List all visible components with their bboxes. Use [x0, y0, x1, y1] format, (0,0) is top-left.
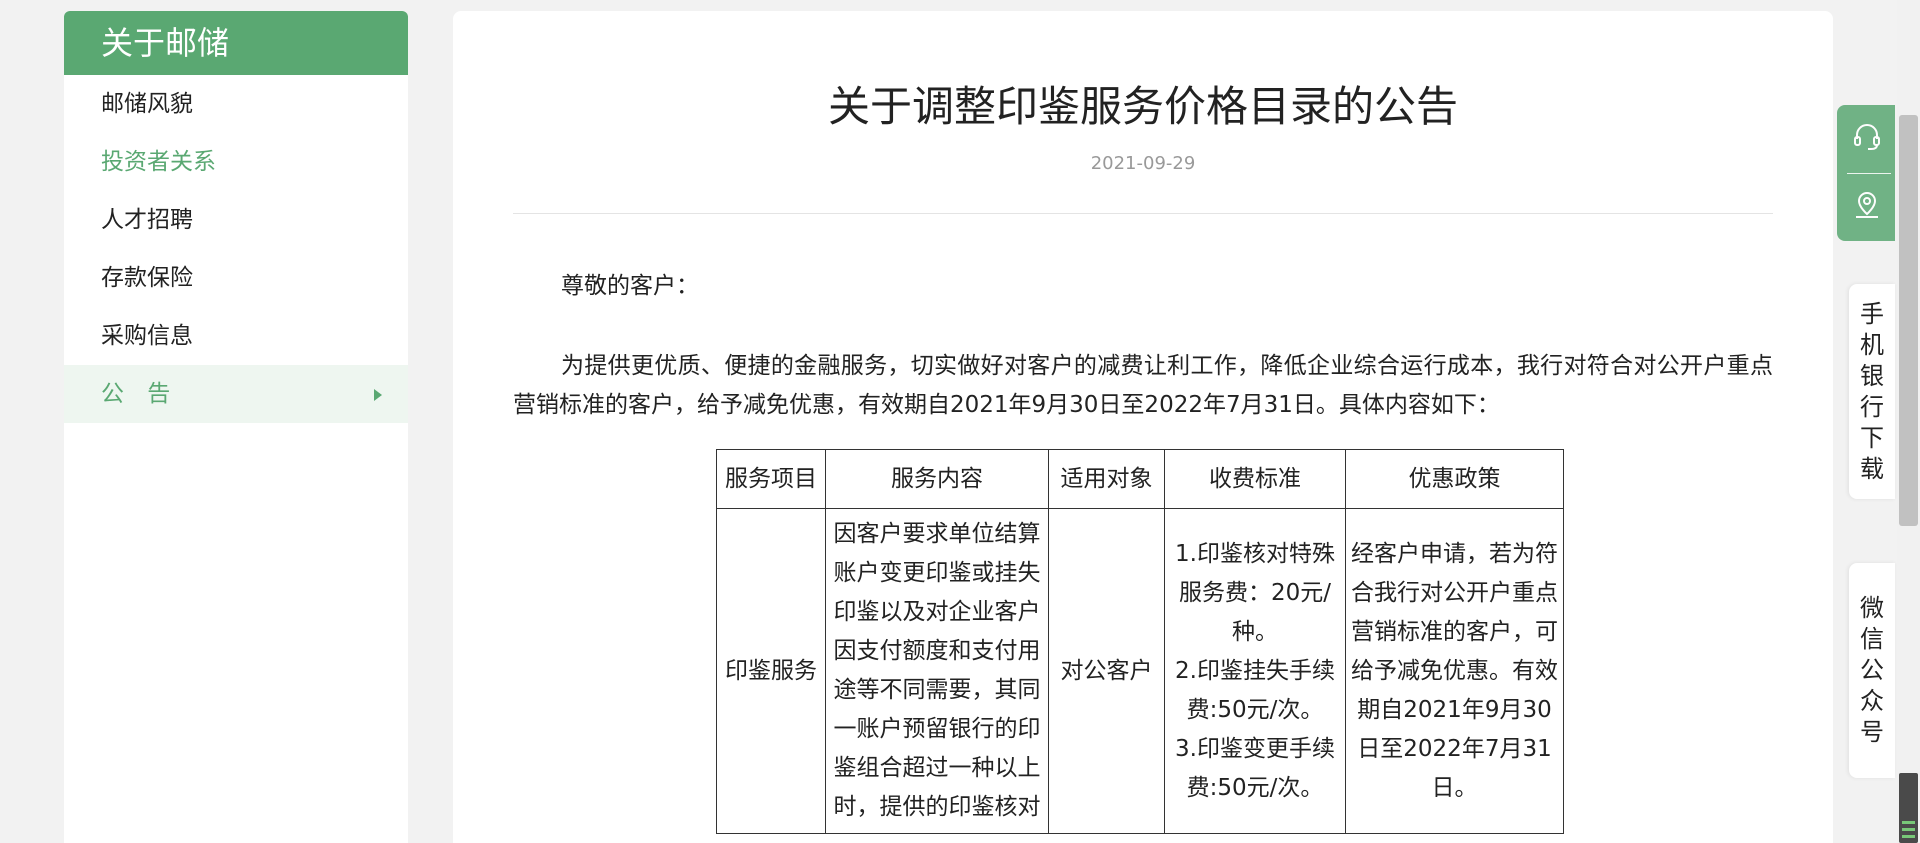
divider [513, 213, 1773, 214]
tab-char: 手 [1860, 299, 1884, 328]
table-cell-item: 印鉴服务 [716, 508, 826, 834]
tab-char: 号 [1860, 718, 1884, 746]
tab-char: 载 [1860, 454, 1884, 483]
table-header: 适用对象 [1048, 449, 1165, 509]
sidebar-item-recruitment[interactable]: 人才招聘 [64, 191, 408, 249]
article-panel: 关于调整印鉴服务价格目录的公告 2021-09-29 尊敬的客户： 为提供更优质… [453, 11, 1833, 843]
fee-line: 1.印鉴核对特殊服务费：20元/种。 [1175, 540, 1335, 645]
tab-char: 下 [1860, 423, 1884, 452]
fee-table: 服务项目 服务内容 适用对象 收费标准 优惠政策 印鉴服务 因客户要求单位结算账… [716, 449, 1564, 834]
headset-icon[interactable] [1851, 121, 1883, 153]
table-header-row: 服务项目 服务内容 适用对象 收费标准 优惠政策 [716, 449, 1564, 509]
sidebar-item-procurement[interactable]: 采购信息 [64, 307, 408, 365]
tab-char: 众 [1860, 687, 1884, 715]
sidebar: 关于邮储 邮储风貌 投资者关系 人才招聘 存款保险 采购信息 公 告 [64, 11, 408, 843]
fee-line: 3.印鉴变更手续费:50元/次。 [1175, 735, 1335, 801]
tab-char: 公 [1860, 656, 1884, 684]
table-header: 收费标准 [1164, 449, 1346, 509]
fee-line: 2.印鉴挂失手续费:50元/次。 [1175, 657, 1335, 723]
sidebar-item-announcements[interactable]: 公 告 [64, 365, 408, 423]
publish-date: 2021-09-29 [1090, 153, 1196, 174]
page-title: 关于调整印鉴服务价格目录的公告 [827, 82, 1458, 131]
quick-actions [1837, 105, 1895, 241]
sidebar-item-investor-relations[interactable]: 投资者关系 [64, 133, 408, 191]
intro-paragraph: 为提供更优质、便捷的金融服务，切实做好对客户的减费让利工作，降低企业综合运行成本… [513, 353, 1773, 418]
sidebar-title: 关于邮储 [64, 11, 408, 75]
map-pin-icon[interactable] [1851, 189, 1883, 221]
table-header: 服务项目 [716, 449, 826, 509]
greeting: 尊敬的客户： [561, 273, 699, 299]
wechat-official-account-tab[interactable]: 微 信 公 众 号 [1849, 563, 1895, 778]
corner-widget [1899, 773, 1918, 843]
table-cell-policy: 经客户申请，若为符合我行对公开户重点营销标准的客户，可给予减免优惠。有效期自20… [1345, 508, 1564, 834]
table-cell-fees: 1.印鉴核对特殊服务费：20元/种。 2.印鉴挂失手续费:50元/次。 3.印鉴… [1164, 508, 1346, 834]
scrollbar-thumb[interactable] [1899, 115, 1918, 526]
table-header: 服务内容 [825, 449, 1049, 509]
tab-char: 信 [1860, 625, 1884, 653]
caret-right-icon [374, 389, 382, 401]
table-row: 印鉴服务 因客户要求单位结算账户变更印鉴或挂失印鉴以及对企业客户因支付额度和支付… [716, 508, 1564, 834]
sidebar-item-label: 公 告 [101, 381, 179, 407]
tab-char: 行 [1860, 392, 1884, 421]
divider [1847, 173, 1891, 174]
tab-char: 微 [1860, 594, 1884, 622]
table-header: 优惠政策 [1345, 449, 1564, 509]
mobile-banking-download-tab[interactable]: 手 机 银 行 下 载 [1849, 284, 1895, 499]
table-cell-content: 因客户要求单位结算账户变更印鉴或挂失印鉴以及对企业客户因支付额度和支付用途等不同… [825, 508, 1049, 834]
page-scrollbar[interactable] [1897, 0, 1920, 843]
sidebar-list: 邮储风貌 投资者关系 人才招聘 存款保险 采购信息 公 告 [64, 75, 408, 423]
table-cell-target: 对公客户 [1048, 508, 1165, 834]
sidebar-item-style[interactable]: 邮储风貌 [64, 75, 408, 133]
tab-char: 机 [1860, 330, 1884, 359]
sidebar-item-deposit-insurance[interactable]: 存款保险 [64, 249, 408, 307]
tab-char: 银 [1860, 361, 1884, 390]
